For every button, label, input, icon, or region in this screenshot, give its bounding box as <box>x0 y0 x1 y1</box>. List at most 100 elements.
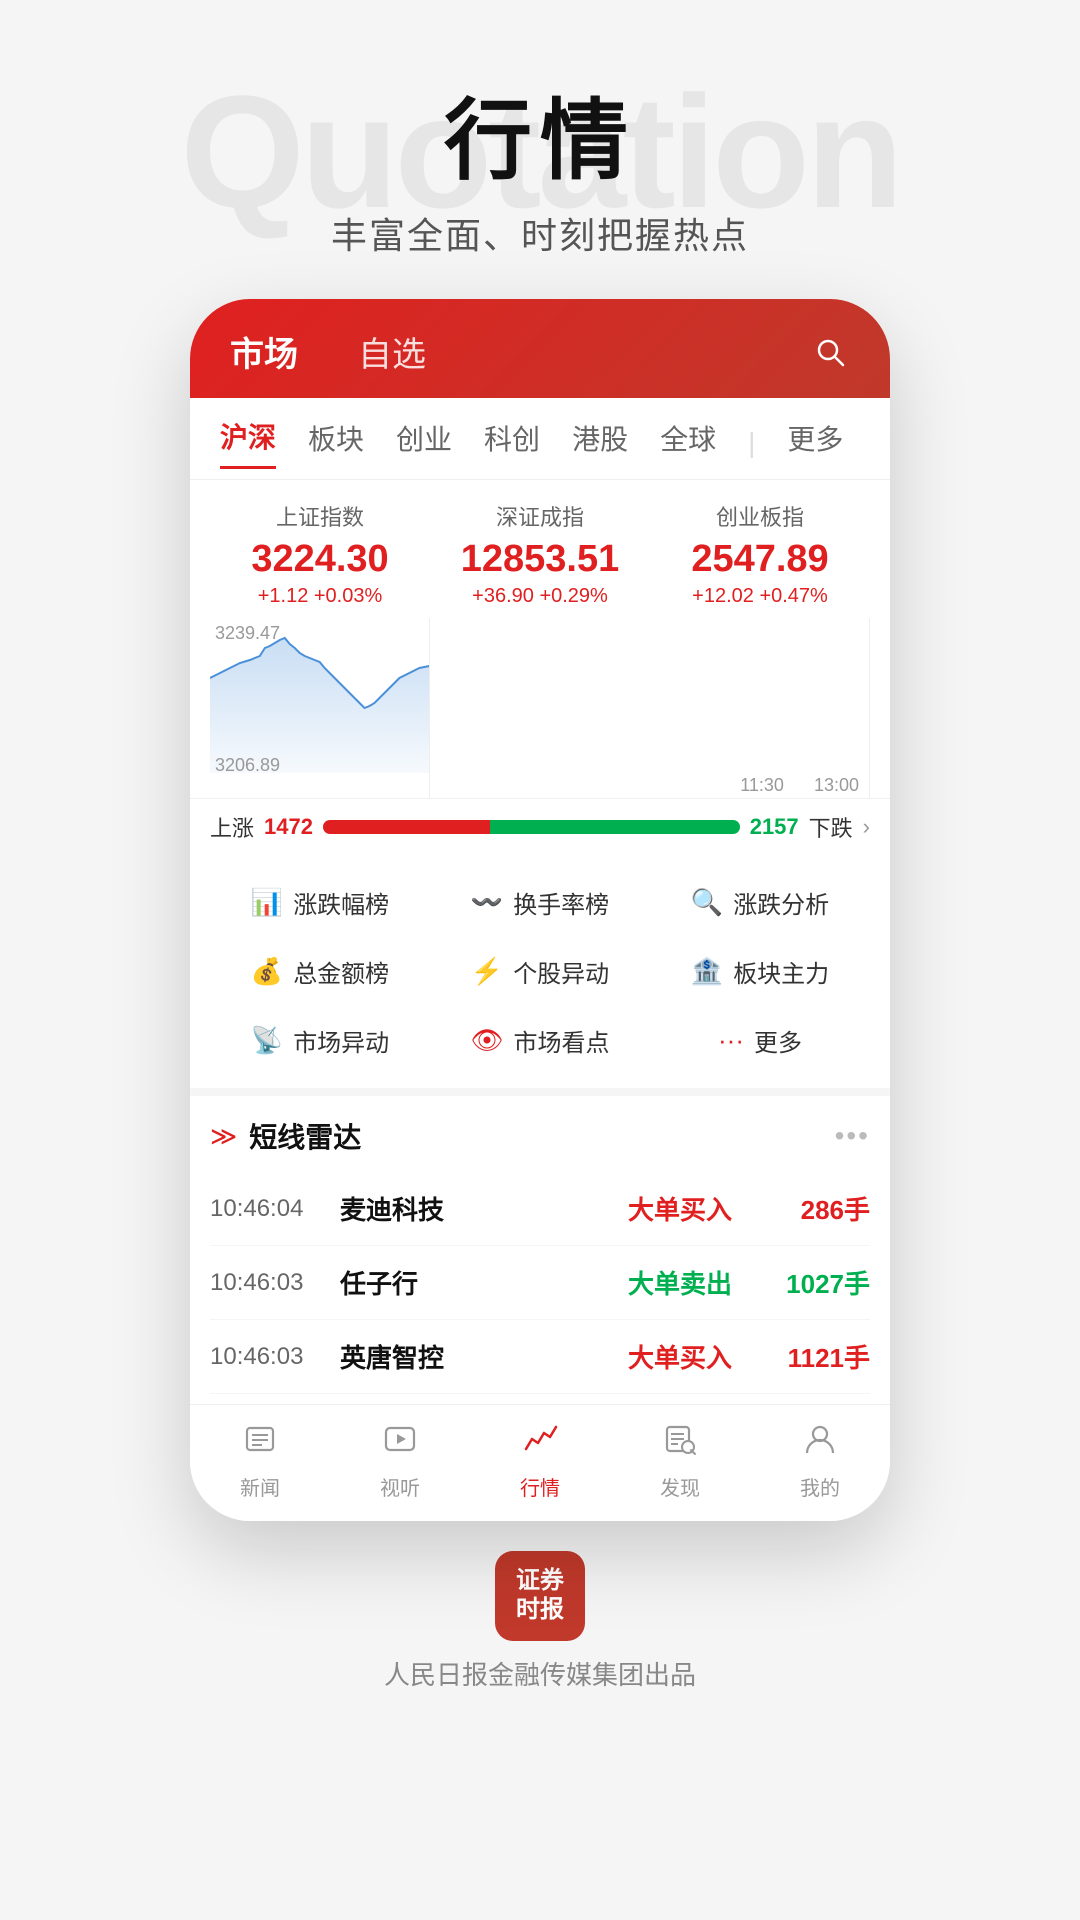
chart-right: 11:30 13:00 <box>430 618 869 798</box>
rise-fall-bar[interactable]: 上涨 1472 2157 下跌 › <box>190 798 890 855</box>
index-shanghai[interactable]: 上证指数 3224.30 +1.12 +0.03% <box>210 500 430 608</box>
menu-row-3: 📡 市场异动 👁 市场看点 ··· 更多 <box>210 1009 870 1072</box>
index-shanghai-name: 上证指数 <box>210 500 430 532</box>
radar-more-icon[interactable]: ••• <box>835 1120 870 1152</box>
sector-main-icon: 🏦 <box>691 956 723 987</box>
radar-amount-0: 286手 <box>760 1190 870 1227</box>
radar-row-1[interactable]: 10:46:03 任子行 大单卖出 1027手 <box>210 1246 870 1320</box>
fall-count: 2157 <box>750 814 799 840</box>
chart-area: 3239.47 3206.89 11:30 13:00 <box>210 618 870 798</box>
footer-text: 人民日报金融传媒集团出品 <box>0 1655 1080 1692</box>
subnav-shanghai[interactable]: 沪深 <box>220 416 276 469</box>
chart-low-label: 3206.89 <box>215 755 280 776</box>
discover-icon <box>662 1421 698 1466</box>
stock-movement-icon: ⚡ <box>471 956 503 987</box>
chart-high-label: 3239.47 <box>215 623 280 644</box>
chevron-right-icon: › <box>863 814 870 840</box>
phone-frame: 市场 自选 沪深 板块 创业 科创 港股 全球 | 更多 上证指数 3224.3… <box>190 299 890 1521</box>
menu-item-more[interactable]: ··· 更多 <box>650 1009 870 1072</box>
radar-amount-2: 1121手 <box>760 1338 870 1375</box>
menu-row-2: 💰 总金额榜 ⚡ 个股异动 🏦 板块主力 <box>210 940 870 1003</box>
nav-discover[interactable]: 发现 <box>610 1421 750 1501</box>
sub-navigation: 沪深 板块 创业 科创 港股 全球 | 更多 <box>190 398 890 480</box>
radar-time-1: 10:46:03 <box>210 1269 340 1297</box>
market-movement-icon: 📡 <box>251 1025 283 1056</box>
radar-chevron-icon: ≫ <box>210 1121 237 1152</box>
index-chuangye-change: +12.02 +0.47% <box>650 585 870 608</box>
page-footer: 证券 时报 人民日报金融传媒集团出品 <box>0 1551 1080 1692</box>
total-amount-text: 总金额榜 <box>293 954 389 989</box>
nav-discover-label: 发现 <box>660 1472 700 1501</box>
turnover-rank-text: 换手率榜 <box>513 885 609 920</box>
tab-watchlist[interactable]: 自选 <box>358 327 426 376</box>
radar-stock-1: 任子行 <box>340 1264 600 1301</box>
radar-stock-2: 英唐智控 <box>340 1338 600 1375</box>
radar-action-2: 大单买入 <box>600 1338 760 1375</box>
rise-label: 上涨 <box>210 811 254 843</box>
nav-market[interactable]: 行情 <box>470 1421 610 1501</box>
menu-item-turnover-rank[interactable]: 〰️ 换手率榜 <box>430 871 650 934</box>
subnav-kechuang[interactable]: 科创 <box>484 418 540 468</box>
index-shanghai-value: 3224.30 <box>210 538 430 581</box>
radar-action-1: 大单卖出 <box>600 1264 760 1301</box>
radar-section: ≫ 短线雷达 ••• 10:46:04 麦迪科技 大单买入 286手 10:46… <box>190 1096 890 1404</box>
market-view-text: 市场看点 <box>514 1023 610 1058</box>
subnav-divider: | <box>748 427 755 459</box>
radar-time-2: 10:46:03 <box>210 1343 340 1371</box>
market-movement-text: 市场异动 <box>293 1023 389 1058</box>
sector-main-text: 板块主力 <box>733 954 829 989</box>
chart-time-1130: 11:30 <box>740 775 784 796</box>
top-bar: 市场 自选 <box>190 299 890 398</box>
index-chuangye[interactable]: 创业板指 2547.89 +12.02 +0.47% <box>650 500 870 608</box>
index-shenzhen-name: 深证成指 <box>430 500 650 532</box>
tab-market[interactable]: 市场 <box>230 327 298 376</box>
market-icon <box>522 1421 558 1466</box>
radar-title-left: ≫ 短线雷达 <box>210 1116 361 1156</box>
index-chuangye-name: 创业板指 <box>650 500 870 532</box>
nav-profile[interactable]: 我的 <box>750 1421 890 1501</box>
chart-time-1300: 13:00 <box>814 775 859 796</box>
page-header: 行情 丰富全面、时刻把握热点 <box>0 0 1080 259</box>
more-text: 更多 <box>754 1023 802 1058</box>
rise-fall-analysis-icon: 🔍 <box>691 887 723 918</box>
video-icon <box>382 1421 418 1466</box>
nav-news[interactable]: 新闻 <box>190 1421 330 1501</box>
nav-profile-label: 我的 <box>800 1472 840 1501</box>
menu-item-sector-main[interactable]: 🏦 板块主力 <box>650 940 870 1003</box>
fall-bar <box>490 820 740 834</box>
nav-news-label: 新闻 <box>240 1472 280 1501</box>
radar-row-0[interactable]: 10:46:04 麦迪科技 大单买入 286手 <box>210 1172 870 1246</box>
chart-left: 3239.47 3206.89 <box>210 618 430 798</box>
menu-item-market-movement[interactable]: 📡 市场异动 <box>210 1009 430 1072</box>
nav-video[interactable]: 视听 <box>330 1421 470 1501</box>
rise-fall-track <box>323 820 740 834</box>
menu-item-rise-fall-analysis[interactable]: 🔍 涨跌分析 <box>650 871 870 934</box>
profile-icon <box>802 1421 838 1466</box>
more-icon: ··· <box>718 1025 744 1056</box>
index-shenzhen[interactable]: 深证成指 12853.51 +36.90 +0.29% <box>430 500 650 608</box>
subnav-sector[interactable]: 板块 <box>308 418 364 468</box>
subnav-more[interactable]: 更多 <box>787 418 843 468</box>
page-subtitle: 丰富全面、时刻把握热点 <box>0 207 1080 259</box>
index-row: 上证指数 3224.30 +1.12 +0.03% 深证成指 12853.51 … <box>190 480 890 618</box>
chart-time-labels: 11:30 13:00 <box>430 773 869 798</box>
footer-logo: 证券 时报 <box>495 1551 585 1641</box>
subnav-hkstock[interactable]: 港股 <box>572 418 628 468</box>
bottom-navigation: 新闻 视听 行情 <box>190 1404 890 1521</box>
search-button[interactable] <box>810 332 850 372</box>
news-icon <box>242 1421 278 1466</box>
menu-item-rise-fall-rank[interactable]: 📊 涨跌幅榜 <box>210 871 430 934</box>
index-chuangye-value: 2547.89 <box>650 538 870 581</box>
menu-item-market-view[interactable]: 👁 市场看点 <box>430 1009 650 1072</box>
radar-row-2[interactable]: 10:46:03 英唐智控 大单买入 1121手 <box>210 1320 870 1394</box>
rise-count: 1472 <box>264 814 313 840</box>
subnav-global[interactable]: 全球 <box>660 418 716 468</box>
menu-item-stock-movement[interactable]: ⚡ 个股异动 <box>430 940 650 1003</box>
radar-header: ≫ 短线雷达 ••• <box>210 1116 870 1156</box>
radar-time-0: 10:46:04 <box>210 1195 340 1223</box>
menu-item-total-amount[interactable]: 💰 总金额榜 <box>210 940 430 1003</box>
radar-amount-1: 1027手 <box>760 1264 870 1301</box>
rise-fall-analysis-text: 涨跌分析 <box>733 885 829 920</box>
page-title: 行情 <box>0 70 1080 197</box>
subnav-chuangye[interactable]: 创业 <box>396 418 452 468</box>
